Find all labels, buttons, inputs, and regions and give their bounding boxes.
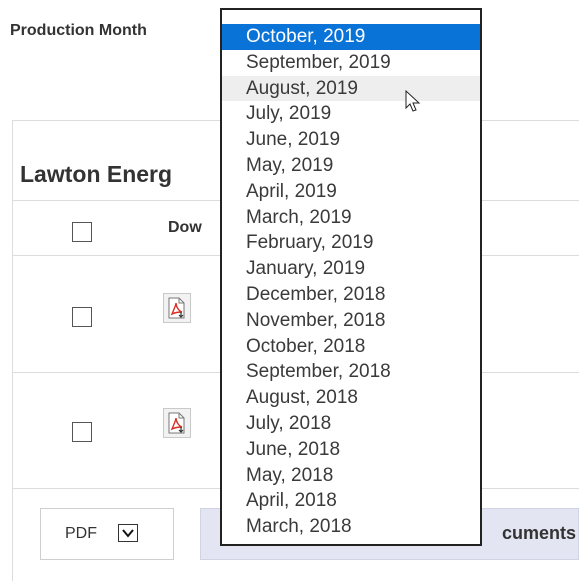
dropdown-option[interactable]: July, 2019 — [222, 101, 480, 127]
panel-title: Lawton Energ — [20, 161, 173, 187]
format-select-value: PDF — [65, 525, 97, 542]
dropdown-option[interactable]: November, 2018 — [222, 308, 480, 334]
dropdown-option[interactable]: April, 2019 — [222, 179, 480, 205]
mouse-cursor-icon — [405, 89, 421, 119]
dropdown-option[interactable]: May, 2019 — [222, 153, 480, 179]
dropdown-option[interactable]: May, 2018 — [222, 463, 480, 489]
dropdown-option[interactable]: July, 2018 — [222, 411, 480, 437]
select-all-checkbox[interactable] — [72, 222, 92, 242]
production-month-dropdown[interactable]: October, 2019 September, 2019 August, 2019… — [220, 8, 482, 546]
dropdown-option[interactable]: August, 2018 — [222, 385, 480, 411]
dropdown-option[interactable]: October, 2019 — [222, 24, 480, 50]
dropdown-option[interactable]: October, 2018 — [222, 334, 480, 360]
production-month-label: Production Month — [10, 22, 147, 39]
dropdown-option[interactable]: February, 2019 — [222, 230, 480, 256]
pdf-download-icon[interactable] — [163, 293, 191, 323]
dropdown-option[interactable]: April, 2018 — [222, 488, 480, 514]
download-documents-label: cuments — [501, 523, 576, 543]
row-checkbox[interactable] — [72, 307, 92, 327]
dropdown-option[interactable]: June, 2019 — [222, 127, 480, 153]
dropdown-option[interactable]: March, 2018 — [222, 514, 480, 540]
row-checkbox[interactable] — [72, 422, 92, 442]
download-column-header: Dow — [168, 219, 202, 236]
dropdown-option[interactable]: June, 2018 — [222, 437, 480, 463]
dropdown-option[interactable]: August, 2019 — [222, 75, 480, 102]
dropdown-option[interactable]: March, 2019 — [222, 205, 480, 231]
pdf-download-icon[interactable] — [163, 408, 191, 438]
dropdown-option[interactable]: September, 2018 — [222, 359, 480, 385]
chevron-down-icon[interactable] — [118, 524, 138, 542]
format-select[interactable]: PDF — [40, 508, 174, 560]
dropdown-option[interactable]: September, 2019 — [222, 50, 480, 76]
dropdown-option[interactable]: January, 2019 — [222, 256, 480, 282]
production-month-options: October, 2019 September, 2019 August, 2019… — [222, 24, 480, 540]
dropdown-option[interactable]: December, 2018 — [222, 282, 480, 308]
